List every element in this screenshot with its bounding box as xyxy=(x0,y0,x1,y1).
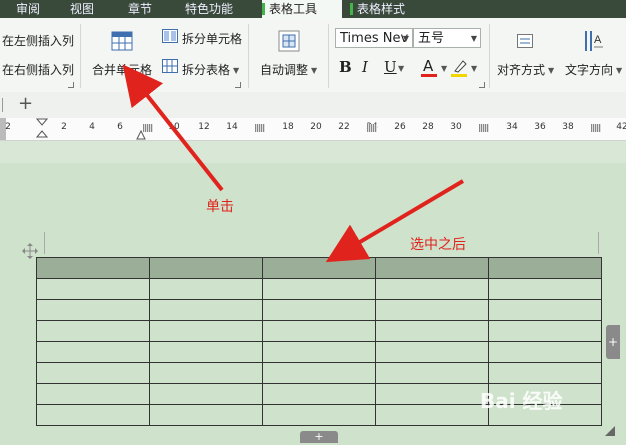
annotation-arrows xyxy=(122,64,465,263)
annotation-after-select-label: 选中之后 xyxy=(410,237,466,253)
watermark: Bai 经验 xyxy=(480,389,563,413)
annotation-click-label: 单击 xyxy=(206,199,234,215)
